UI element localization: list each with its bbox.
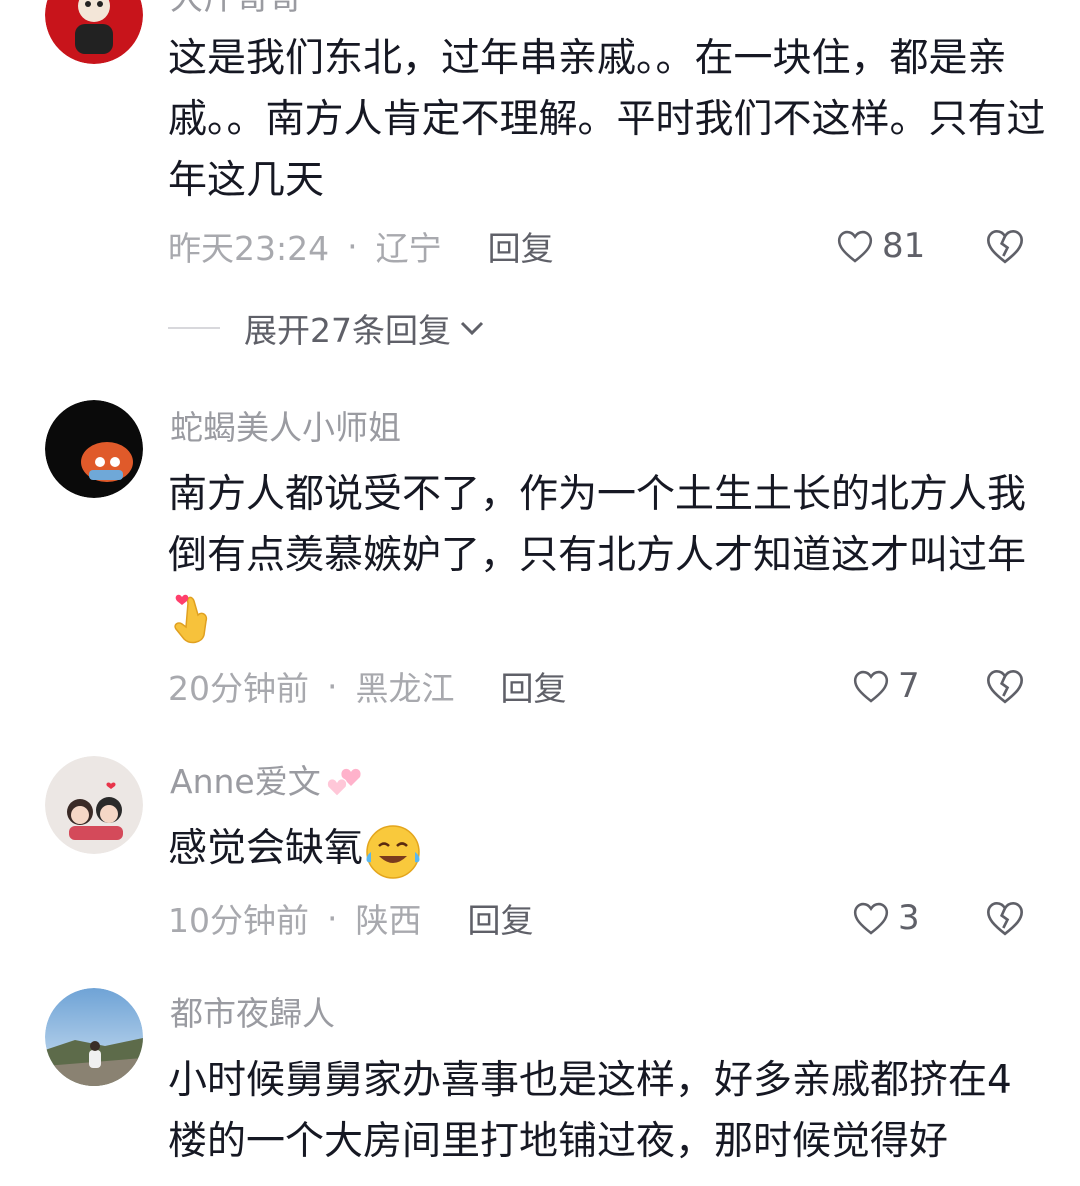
broken-heart-icon[interactable] <box>985 226 1025 266</box>
reply-button[interactable]: 回复 <box>468 894 534 942</box>
comment-meta: 昨天23:24 · 辽宁 回复 <box>168 222 554 270</box>
username[interactable]: 大斤哥哥 <box>170 0 302 18</box>
meta-separator: · <box>327 898 338 938</box>
avatar[interactable] <box>45 988 143 1086</box>
comment-time: 20分钟前 <box>168 669 309 708</box>
meta-separator: · <box>347 226 358 266</box>
hearts-emoji-icon <box>326 768 361 797</box>
comment-location: 辽宁 <box>375 229 442 268</box>
username[interactable]: Anne爱文 <box>170 762 369 804</box>
username-text: Anne爱文 <box>170 762 321 801</box>
like-count: 81 <box>882 226 926 266</box>
divider-line <box>168 327 220 329</box>
meta-separator: · <box>327 666 338 706</box>
finger-heart-emoji-icon <box>174 594 208 643</box>
broken-heart-icon[interactable] <box>985 666 1025 706</box>
comment-text-body: 感觉会缺氧 <box>168 826 364 871</box>
comment-text: 小时候舅舅家办喜事也是这样，好多亲戚都挤在4楼的一个大房间里打地铺过夜，那时候觉… <box>168 1058 1012 1164</box>
username[interactable]: 蛇蝎美人小师姐 <box>170 408 401 448</box>
like-count: 3 <box>898 898 920 938</box>
avatar[interactable] <box>45 756 143 854</box>
comment-time: 10分钟前 <box>168 901 309 940</box>
laughing-crying-emoji-icon <box>366 824 420 879</box>
like-count: 7 <box>898 666 920 706</box>
reply-button[interactable]: 回复 <box>501 662 567 710</box>
heart-outline-icon <box>837 230 873 263</box>
broken-heart-icon[interactable] <box>985 898 1025 938</box>
expand-replies-button[interactable]: 展开27条回复 <box>168 306 487 350</box>
comment-location: 黑龙江 <box>355 669 455 708</box>
comment-text: 南方人都说受不了，作为一个土生土长的北方人我倒有点羡慕嫉妒了，只有北方人才知道这… <box>168 464 1048 647</box>
like-button[interactable]: 81 <box>836 224 925 268</box>
avatar[interactable] <box>45 0 143 64</box>
like-button[interactable]: 3 <box>852 896 920 940</box>
comment-meta: 20分钟前 · 黑龙江 回复 <box>168 662 567 710</box>
heart-outline-icon <box>853 902 889 935</box>
username[interactable]: 都市夜歸人 <box>170 994 335 1034</box>
comment-text: 这是我们东北，过年串亲戚。。在一块住，都是亲戚。。南方人肯定不理解。平时我们不这… <box>168 36 1046 203</box>
comment-text-body: 南方人都说受不了，作为一个土生土长的北方人我倒有点羡慕嫉妒了，只有北方人才知道这… <box>168 472 1027 578</box>
comment-time: 昨天23:24 <box>168 229 330 268</box>
expand-replies-label: 展开27条回复 <box>244 311 451 350</box>
reply-button[interactable]: 回复 <box>488 222 554 270</box>
comment-text: 感觉会缺氧 <box>168 818 1048 880</box>
like-button[interactable]: 7 <box>852 664 920 708</box>
comment-location: 陕西 <box>355 901 422 940</box>
avatar[interactable] <box>45 400 143 498</box>
heart-outline-icon <box>853 670 889 703</box>
chevron-down-icon <box>460 321 484 336</box>
comment-meta: 10分钟前 · 陕西 回复 <box>168 894 534 942</box>
